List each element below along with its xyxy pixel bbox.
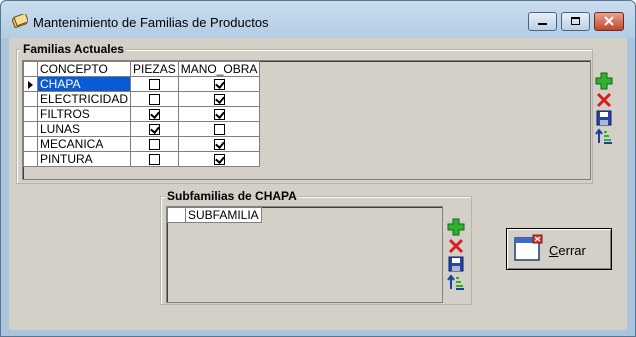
families-table: CONCEPTO PIEZAS MANO_OBRA CHAPA ELECTRICI… [23, 61, 261, 167]
piezas-checkbox[interactable] [148, 139, 160, 151]
client-area: Familias Actuales CONCEPTO PIEZAS MANO_O… [9, 38, 627, 330]
close-window-button[interactable] [594, 12, 624, 31]
cell-mano-obra[interactable] [177, 76, 261, 92]
table-row[interactable]: CHAPA [23, 76, 261, 92]
row-indicator[interactable] [23, 91, 38, 107]
minimize-button[interactable] [528, 12, 557, 31]
cell-concepto[interactable]: PINTURA [36, 151, 132, 167]
add-icon[interactable] [595, 72, 613, 90]
cell-mano-obra[interactable] [177, 106, 261, 122]
families-group-label: Familias Actuales [21, 42, 126, 56]
current-row-arrow-icon [28, 80, 33, 89]
column-header-concepto[interactable]: CONCEPTO [36, 61, 132, 77]
cell-mano-obra[interactable] [177, 91, 261, 107]
cell-piezas[interactable] [130, 136, 179, 152]
mano-obra-checkbox[interactable] [213, 139, 225, 151]
column-header-piezas[interactable]: PIEZAS [130, 61, 179, 77]
mano-obra-checkbox[interactable] [213, 94, 225, 106]
cell-piezas[interactable] [130, 76, 179, 92]
sort-icon[interactable] [595, 128, 613, 146]
mano-obra-checkbox[interactable] [213, 154, 225, 166]
cell-piezas[interactable] [130, 91, 179, 107]
add-icon[interactable] [447, 218, 465, 236]
app-icon [12, 14, 28, 28]
save-icon[interactable] [447, 255, 465, 273]
cell-piezas[interactable] [130, 106, 179, 122]
subfamilies-header-row: SUBFAMILIA [167, 207, 262, 223]
exit-window-icon [514, 234, 543, 261]
header-corner [167, 207, 186, 223]
cell-concepto[interactable]: LUNAS [36, 121, 132, 137]
delete-icon[interactable] [595, 91, 613, 109]
minimize-icon [538, 23, 547, 25]
close-button-label: Cerrar [549, 243, 586, 258]
families-grid[interactable]: CONCEPTO PIEZAS MANO_OBRA CHAPA ELECTRICI… [22, 60, 591, 180]
delete-icon[interactable] [447, 237, 465, 255]
families-header-row: CONCEPTO PIEZAS MANO_OBRA [23, 61, 261, 77]
piezas-checkbox[interactable] [148, 79, 160, 91]
header-corner [23, 61, 38, 77]
row-indicator[interactable] [23, 106, 38, 122]
sort-icon[interactable] [447, 274, 465, 292]
title-bar[interactable]: Mantenimiento de Familias de Productos [1, 1, 635, 38]
piezas-checkbox[interactable] [148, 109, 160, 121]
row-indicator[interactable] [23, 136, 38, 152]
cell-concepto[interactable]: MECANICA [36, 136, 132, 152]
table-row[interactable]: LUNAS [23, 121, 261, 137]
app-window: Mantenimiento de Familias de Productos F… [0, 0, 636, 337]
row-indicator[interactable] [23, 121, 38, 137]
row-indicator[interactable] [23, 76, 38, 92]
subfamilies-group-label: Subfamilias de CHAPA [165, 189, 299, 203]
close-icon [604, 16, 614, 26]
subfamilies-group: Subfamilias de CHAPA SUBFAMILIA [160, 189, 472, 305]
cell-mano-obra[interactable] [177, 121, 261, 137]
close-button[interactable]: Cerrar [506, 228, 612, 270]
row-indicator[interactable] [23, 151, 38, 167]
piezas-checkbox[interactable] [148, 124, 160, 136]
cell-piezas[interactable] [130, 121, 179, 137]
families-group: Familias Actuales CONCEPTO PIEZAS MANO_O… [16, 42, 613, 184]
cell-concepto[interactable]: CHAPA [36, 76, 132, 92]
cell-mano-obra[interactable] [177, 151, 261, 167]
mano-obra-checkbox[interactable] [213, 79, 225, 91]
table-row[interactable]: MECANICA [23, 136, 261, 152]
table-row[interactable]: FILTROS [23, 106, 261, 122]
maximize-button[interactable] [561, 12, 590, 31]
column-header-subfamilia[interactable]: SUBFAMILIA [185, 207, 262, 223]
subfamilies-table: SUBFAMILIA [167, 207, 262, 223]
cell-concepto[interactable]: ELECTRICIDAD [36, 91, 132, 107]
table-row[interactable]: ELECTRICIDAD [23, 91, 261, 107]
table-row[interactable]: PINTURA [23, 151, 261, 167]
maximize-icon [571, 17, 580, 25]
save-icon[interactable] [595, 109, 613, 127]
piezas-checkbox[interactable] [148, 154, 160, 166]
piezas-checkbox[interactable] [148, 94, 160, 106]
column-header-mano-obra[interactable]: MANO_OBRA [177, 61, 261, 77]
cell-mano-obra[interactable] [177, 136, 261, 152]
mano-obra-checkbox[interactable] [213, 109, 225, 121]
cell-piezas[interactable] [130, 151, 179, 167]
mano-obra-checkbox[interactable] [213, 124, 225, 136]
cell-concepto[interactable]: FILTROS [36, 106, 132, 122]
window-title: Mantenimiento de Familias de Productos [33, 15, 269, 30]
subfamilies-grid[interactable]: SUBFAMILIA [166, 206, 443, 303]
